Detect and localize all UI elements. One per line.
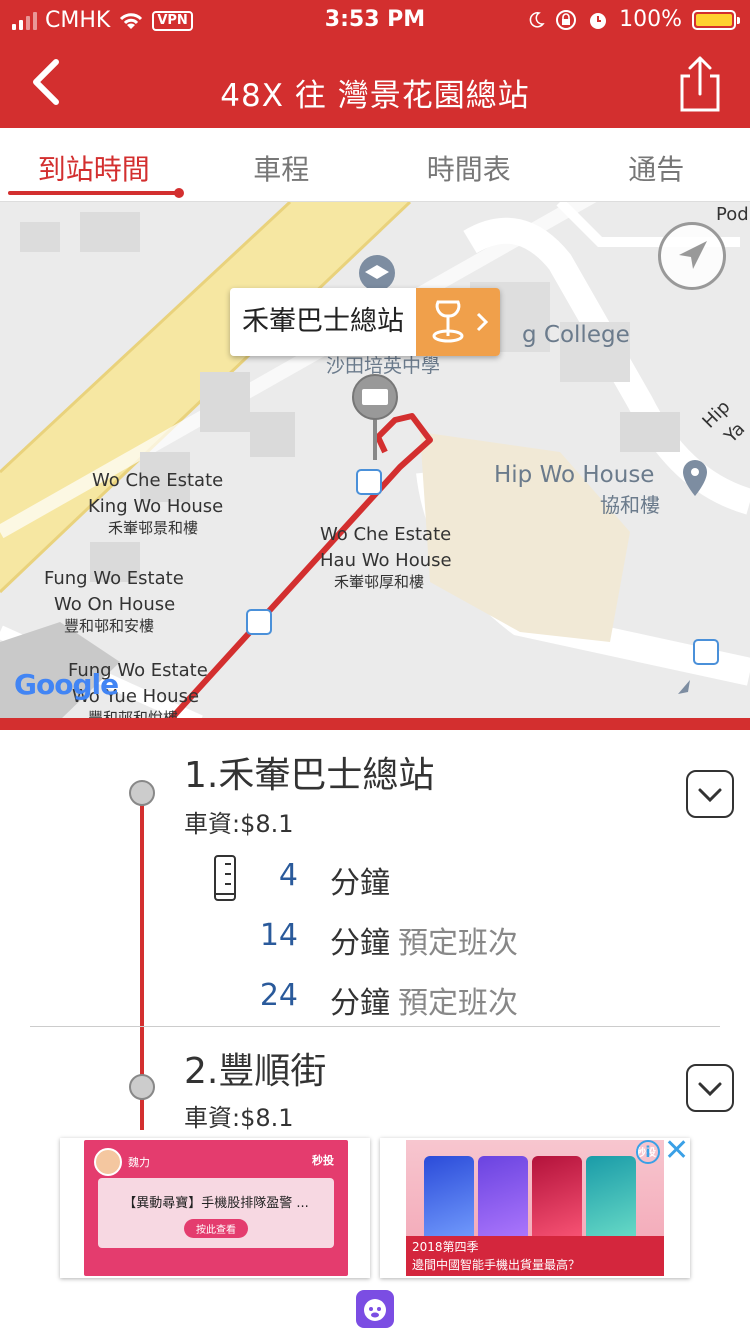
battery-percent: 100% bbox=[619, 7, 682, 32]
stop-fare: 車資:$8.1 bbox=[184, 1104, 294, 1132]
map-divider bbox=[0, 718, 750, 730]
ad-right-caption-1: 2018第四季 bbox=[412, 1240, 479, 1254]
phone-image bbox=[586, 1156, 636, 1248]
ad-left-headline: 【異動尋寶】手機股排隊盈警 ... bbox=[123, 1196, 309, 1211]
ad-avatar bbox=[94, 1148, 122, 1176]
eta-unit: 分鐘 bbox=[330, 986, 390, 1021]
ad-left-author: 魏力 bbox=[128, 1156, 150, 1169]
expand-stop-button[interactable] bbox=[686, 770, 734, 818]
stop-divider bbox=[30, 1026, 720, 1027]
chevron-down-icon bbox=[698, 1082, 722, 1097]
eta-minutes: 14 bbox=[259, 918, 298, 953]
ad-app-logo bbox=[356, 1290, 394, 1328]
tab-arrival-time[interactable]: 到站時間 bbox=[0, 128, 188, 201]
route-map[interactable]: Pod g College 沙田培英中學 Hip Ya Hip Wo House… bbox=[0, 202, 750, 720]
google-logo-text: Google bbox=[14, 668, 119, 701]
map-label-hip-wo-cn: 協和樓 bbox=[600, 493, 660, 517]
eta-minutes: 4 bbox=[278, 858, 298, 893]
ad-right-caption: 2018第四季 邊間中國智能手機出貨量最高？ bbox=[406, 1236, 664, 1276]
expand-stop-button[interactable] bbox=[686, 1064, 734, 1112]
tab-timetable[interactable]: 時間表 bbox=[375, 128, 563, 201]
battery-icon bbox=[692, 9, 740, 30]
google-logo: Google bbox=[14, 668, 119, 701]
eta-row: 4 分鐘 bbox=[0, 854, 750, 904]
map-label-king-wo-1: Wo Che Estate bbox=[92, 470, 224, 491]
map-label-hau-wo-cn: 禾輋邨厚和樓 bbox=[334, 573, 425, 591]
stop-callout[interactable]: 禾輋巴士總站 bbox=[230, 288, 500, 356]
phone-image bbox=[478, 1156, 528, 1248]
map-label-wo-on-2: Wo On House bbox=[54, 594, 176, 615]
rotation-lock-icon bbox=[556, 9, 577, 30]
ad-left-box: 【異動尋寶】手機股排隊盈警 ... 按此查看 bbox=[98, 1178, 334, 1248]
callout-stop-name: 禾輋巴士總站 bbox=[230, 288, 416, 356]
eta-minutes: 24 bbox=[259, 978, 298, 1013]
ad-card-left[interactable]: 魏力 秒投 【異動尋寶】手機股排隊盈警 ... 按此查看 bbox=[60, 1138, 370, 1278]
pig-logo-icon bbox=[364, 1299, 386, 1321]
bus-timetable-icon bbox=[214, 855, 236, 901]
map-label-king-wo-2: King Wo House bbox=[88, 496, 224, 517]
ad-right-caption-2: 邊間中國智能手機出貨量最高？ bbox=[412, 1258, 581, 1272]
callout-streetview-button[interactable] bbox=[416, 288, 500, 356]
status-right: 100% bbox=[527, 7, 740, 32]
phone-image bbox=[424, 1156, 474, 1248]
tab-bar: 到站時間 車程 時間表 通告 bbox=[0, 128, 750, 202]
compass-button[interactable] bbox=[658, 222, 726, 290]
street-view-icon bbox=[432, 300, 489, 343]
tab-journey[interactable]: 車程 bbox=[188, 128, 376, 201]
stop-fare: 車資:$8.1 bbox=[184, 810, 294, 838]
eta-row: 14 分鐘 預定班次 bbox=[0, 914, 750, 964]
map-label-hip-wo-en: Hip Wo House bbox=[494, 462, 655, 488]
ad-left-brand: 秒投 bbox=[312, 1154, 334, 1167]
share-icon[interactable] bbox=[672, 54, 728, 114]
page-title: 48X 往 灣景花園總站 bbox=[220, 78, 530, 114]
status-bar: CMHK VPN 3:53 PM 100% bbox=[0, 0, 750, 40]
eta-note: 預定班次 bbox=[398, 926, 518, 961]
eta-note: 預定班次 bbox=[398, 986, 518, 1021]
map-label-king-wo-cn: 禾輋邨景和樓 bbox=[108, 519, 199, 537]
alarm-icon bbox=[590, 12, 607, 29]
map-label-school-cn: 沙田培英中學 bbox=[326, 355, 441, 377]
ad-right-creative: 秒投 2018第四季 邊間中國智能手機出貨量最高？ bbox=[406, 1140, 664, 1276]
chevron-down-icon bbox=[698, 788, 722, 803]
nav-bar: 48X 往 灣景花園總站 bbox=[0, 40, 750, 128]
eta-unit: 分鐘 bbox=[330, 926, 390, 961]
stop-list: 1.禾輋巴士總站 車資:$8.1 4 分鐘 14 分鐘 預定班次 24 分鐘 預… bbox=[0, 730, 750, 1142]
ad-info-icon[interactable]: i bbox=[636, 1140, 660, 1164]
top-bar: CMHK VPN 3:53 PM 100% 48X 往 灣景花園總站 bbox=[0, 0, 750, 128]
moon-icon bbox=[529, 11, 545, 28]
ad-banner: 魏力 秒投 【異動尋寶】手機股排隊盈警 ... 按此查看 秒投 2018第四季 … bbox=[0, 1130, 750, 1334]
stop-dot bbox=[129, 780, 155, 806]
map-label-wo-on-cn: 豐和邨和安樓 bbox=[64, 617, 155, 635]
stop-name[interactable]: 2.豐順街 bbox=[184, 1042, 326, 1094]
ad-left-creative: 魏力 秒投 【異動尋寶】手機股排隊盈警 ... 按此查看 bbox=[84, 1140, 348, 1276]
tab-notices[interactable]: 通告 bbox=[563, 128, 750, 201]
map-background bbox=[0, 202, 750, 720]
navigation-arrow-icon bbox=[679, 241, 707, 269]
eta-unit: 分鐘 bbox=[330, 866, 390, 901]
phone-image bbox=[532, 1156, 582, 1248]
ad-close-icon[interactable]: ✕ bbox=[664, 1136, 689, 1166]
ad-left-cta: 按此查看 bbox=[184, 1219, 248, 1238]
map-label-hau-wo-2: Hau Wo House bbox=[320, 550, 452, 571]
stop-dot bbox=[129, 1074, 155, 1100]
map-label-college: g College bbox=[522, 322, 630, 348]
map-label-wo-on-1: Fung Wo Estate bbox=[44, 568, 184, 589]
eta-row: 24 分鐘 預定班次 bbox=[0, 974, 750, 1024]
stop-name[interactable]: 1.禾輋巴士總站 bbox=[184, 746, 434, 798]
map-label-hau-wo-1: Wo Che Estate bbox=[320, 524, 452, 545]
